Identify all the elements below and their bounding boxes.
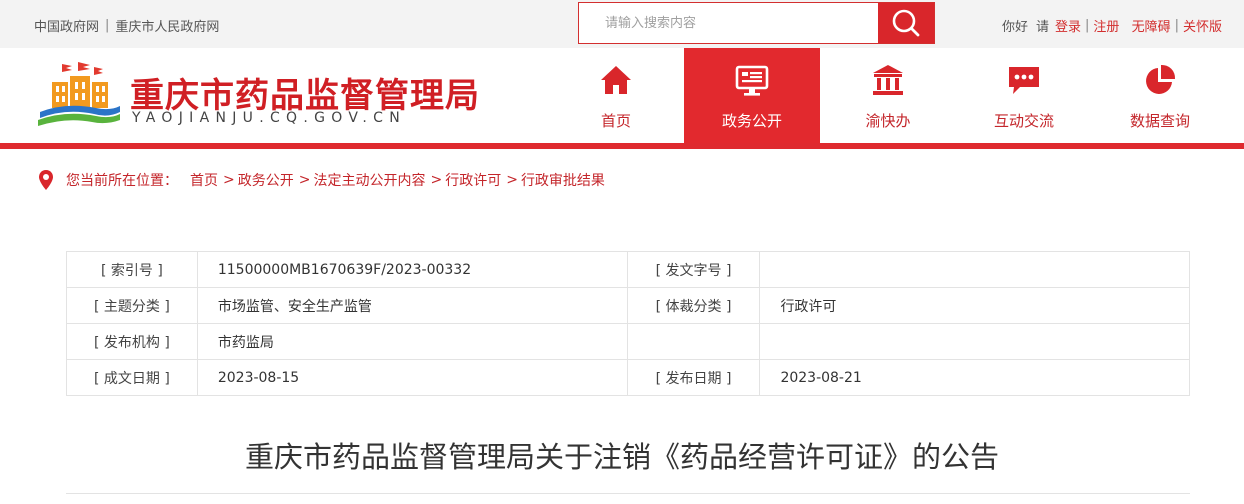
greeting-text: 你好 [1001,20,1028,35]
link-chongqing-gov[interactable]: 重庆市人民政府网 [115,16,219,35]
header-divider [0,143,1244,149]
topic-label: [ 主题分类 ] [66,287,198,324]
created-date-label: [ 成文日期 ] [66,359,198,396]
breadcrumb-item-administrative-license[interactable]: 行政许可 [445,170,501,190]
search-icon [892,9,920,37]
document-meta-table: [ 索引号 ] 11500000MB1670639F/2023-00332 [ … [66,251,1190,396]
created-date-value: 2023-08-15 [196,359,628,396]
nav-label: 渝快办 [865,112,911,130]
table-row: [ 发布机构 ] 市药监局 [66,323,1190,360]
divider: | [1085,18,1090,33]
location-pin-icon [39,170,53,190]
nav-label: 政务公开 [721,112,782,130]
table-row: [ 索引号 ] 11500000MB1670639F/2023-00332 [ … [66,251,1190,288]
site-header: 重庆市药品监督管理局 YAOJIANJU.CQ.GOV.CN 首页 政务公开 渝… [0,48,1244,144]
nav-item-government-affairs[interactable]: 政务公开 [684,48,820,144]
accessibility-link[interactable]: 无障碍 [1132,16,1171,35]
nav-label: 首页 [600,112,631,130]
doc-no-value [759,251,1190,288]
breadcrumb-item-statutory-disclosure[interactable]: 法定主动公开内容 [313,170,425,190]
divider [1123,18,1127,33]
breadcrumb-item-government-affairs[interactable]: 政务公开 [238,170,294,190]
table-row: [ 主题分类 ] 市场监管、安全生产监管 [ 体裁分类 ] 行政许可 [66,287,1190,324]
nav-item-interaction[interactable]: 互动交流 [956,48,1092,144]
user-links: 你好 请 登录 | 注册 无障碍 | 关怀版 [1002,16,1222,35]
home-icon [601,66,631,94]
breadcrumb: 您当前所在位置： 首页 > 政务公开 > 法定主动公开内容 > 行政许可 > 行… [38,168,605,192]
pie-chart-icon [1146,64,1176,94]
nav-label: 数据查询 [1129,112,1190,130]
government-building-icon [873,65,903,95]
index-no-label: [ 索引号 ] [66,251,198,288]
nav-item-data-query[interactable]: 数据查询 [1092,48,1228,144]
breadcrumb-separator: > [430,172,443,188]
breadcrumb-separator: > [506,172,518,188]
title-divider [66,493,1190,494]
empty-cell [626,323,761,360]
table-row: [ 成文日期 ] 2023-08-15 [ 发布日期 ] 2023-08-21 [66,359,1190,396]
topic-value: 市场监管、安全生产监管 [196,287,628,324]
genre-label: [ 体裁分类 ] [626,287,761,324]
please-text: 请 [1036,20,1050,35]
breadcrumb-item-home[interactable]: 首页 [190,170,218,190]
nav-item-home[interactable]: 首页 [548,48,684,144]
genre-value: 行政许可 [759,287,1190,324]
care-mode-link[interactable]: 关怀版 [1183,16,1222,35]
logo-emblem-icon[interactable] [36,62,122,128]
breadcrumb-separator: > [298,172,311,188]
breadcrumb-item-approval-results[interactable]: 行政审批结果 [521,170,605,190]
published-date-value: 2023-08-21 [759,359,1190,396]
published-date-label: [ 发布日期 ] [626,359,761,396]
nav-item-yukuaiban[interactable]: 渝快办 [820,48,956,144]
chat-icon [1009,67,1039,94]
search-box [578,2,935,44]
login-link[interactable]: 登录 [1055,16,1081,35]
empty-cell [759,323,1190,360]
nav-label: 互动交流 [993,112,1054,130]
document-title: 重庆市药品监督管理局关于注销《药品经营许可证》的公告 [244,440,999,474]
main-nav: 首页 政务公开 渝快办 互动交流 数据查询 [548,48,1228,144]
index-no-value: 11500000MB1670639F/2023-00332 [196,251,628,288]
issuer-value: 市药监局 [196,323,628,360]
site-domain: YAOJIANJU.CQ.GOV.CN [132,110,406,126]
link-china-gov[interactable]: 中国政府网 [34,16,99,35]
issuer-label: [ 发布机构 ] [66,323,198,360]
breadcrumb-separator: > [223,172,235,188]
register-link[interactable]: 注册 [1093,16,1119,35]
breadcrumb-lead: 您当前所在位置： [66,173,178,189]
monitor-icon [735,65,769,96]
divider: | [105,18,110,33]
top-links: 中国政府网 | 重庆市人民政府网 [34,16,219,35]
doc-no-label: [ 发文字号 ] [626,251,761,288]
search-button[interactable] [878,3,934,43]
search-input[interactable] [579,3,879,43]
top-bar: 中国政府网 | 重庆市人民政府网 你好 请 登录 | 注册 无障碍 | 关怀版 [0,0,1244,48]
divider: | [1174,18,1179,33]
